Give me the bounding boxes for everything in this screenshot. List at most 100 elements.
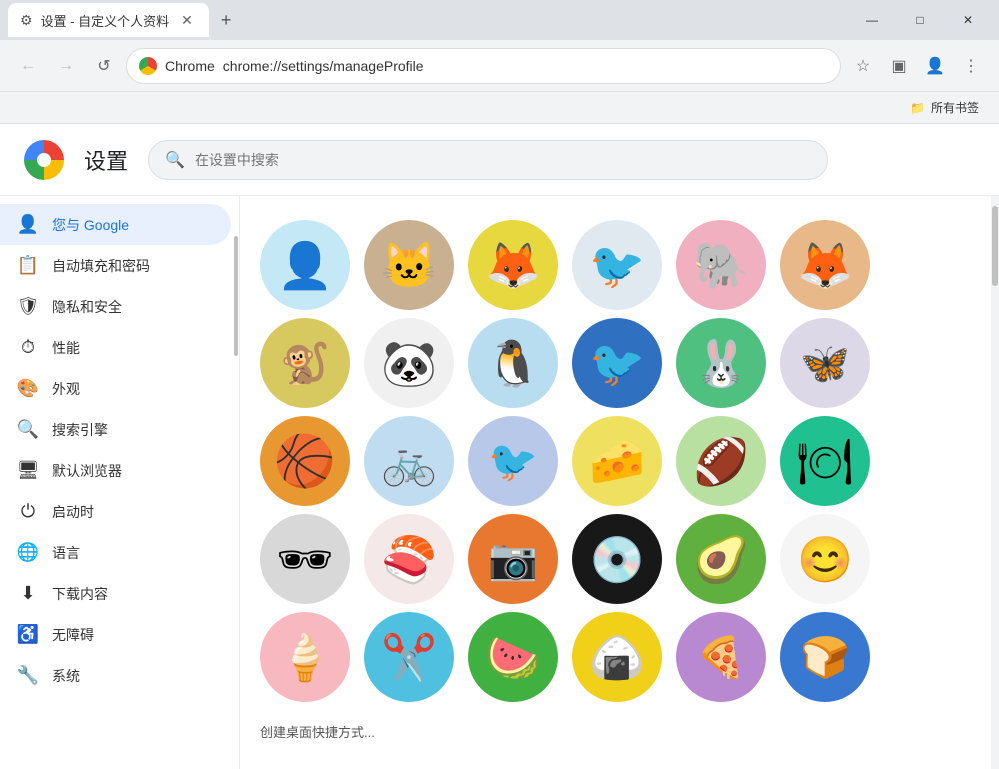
avatar-circle-3[interactable]: 🦊 [468,220,558,310]
sidebar-icon-performance: ⏱ [16,337,40,358]
address-input[interactable] [223,58,828,74]
sidebar-scrollbar-thumb [234,236,238,356]
avatar-circle-10[interactable]: 🐦 [572,318,662,408]
maximize-button[interactable]: □ [897,3,943,37]
back-button[interactable]: ← [12,50,44,82]
bookmarks-bar: 📁 所有书签 [0,92,999,124]
sidebar-item-privacy[interactable]: 🛡 隐私和安全 [0,286,231,327]
sidebar-icon-startup: ⏻ [16,501,40,522]
sidebar-icon-download: ⬇ [16,583,40,604]
avatar-circle-6[interactable]: 🦊 [780,220,870,310]
avatar-circle-7[interactable]: 🐒 [260,318,350,408]
avatar-circle-21[interactable]: 📷 [468,514,558,604]
sidebar-label-browser: 默认浏览器 [52,461,122,481]
avatar-circle-12[interactable]: 🦋 [780,318,870,408]
close-button[interactable]: ✕ [945,3,991,37]
avatar-circle-1[interactable]: 👤 [260,220,350,310]
sidebar-item-language[interactable]: 🌐 语言 [0,532,231,573]
sidebar-item-appearance[interactable]: 🎨 外观 [0,368,231,409]
sidebar-button[interactable]: ▣ [883,50,915,82]
avatar-circle-25[interactable]: 🍦 [260,612,350,702]
sidebar-item-google[interactable]: 👤 您与 Google [0,204,231,245]
avatar-circle-20[interactable]: 🍣 [364,514,454,604]
app-layout: 设置 🔍 👤 您与 Google 📋 自动填充和密码 🛡 隐私和安全 ⏱ 性能 … [0,124,999,769]
avatar-circle-23[interactable]: 🥑 [676,514,766,604]
sidebar-label-system: 系统 [52,666,80,686]
sidebar-item-autofill[interactable]: 📋 自动填充和密码 [0,245,231,286]
nav-icons: ☆ ▣ 👤 ⋮ [847,50,987,82]
refresh-button[interactable]: ↺ [88,50,120,82]
avatar-circle-11[interactable]: 🐰 [676,318,766,408]
sidebar-item-download[interactable]: ⬇ 下载内容 [0,573,231,614]
tab-close-button[interactable]: ✕ [177,10,197,31]
avatar-circle-19[interactable]: 🕶 [260,514,350,604]
sidebar: 👤 您与 Google 📋 自动填充和密码 🛡 隐私和安全 ⏱ 性能 🎨 外观 … [0,196,240,769]
sidebar-item-search[interactable]: 🔍 搜索引擎 [0,409,231,450]
address-bar-container[interactable]: Chrome [126,48,841,84]
avatar-circle-14[interactable]: 🚲 [364,416,454,506]
avatar-circle-22[interactable]: 💿 [572,514,662,604]
avatar-circle-8[interactable]: 🐼 [364,318,454,408]
sidebar-label-performance: 性能 [52,338,80,358]
navbar: ← → ↺ Chrome ☆ ▣ 👤 ⋮ [0,40,999,92]
avatar-circle-28[interactable]: 🍙 [572,612,662,702]
avatar-circle-27[interactable]: 🍉 [468,612,558,702]
avatar-circle-15[interactable]: 🐦 [468,416,558,506]
avatar-circle-5[interactable]: 🐘 [676,220,766,310]
active-tab[interactable]: ⚙ 设置 - 自定义个人资料 ✕ [8,3,209,37]
tab-settings-icon: ⚙ [20,12,33,29]
window-controls: — □ ✕ [849,3,991,37]
sidebar-item-system[interactable]: 🔧 系统 [0,655,231,696]
sidebar-icon-privacy: 🛡 [16,296,40,317]
google-logo [24,140,64,180]
sidebar-item-performance[interactable]: ⏱ 性能 [0,327,231,368]
forward-button[interactable]: → [50,50,82,82]
avatar-circle-30[interactable]: 🍞 [780,612,870,702]
sidebar-icon-system: 🔧 [16,665,40,686]
google-logo-inner [37,153,51,167]
sidebar-item-accessibility[interactable]: ♿ 无障碍 [0,614,231,655]
avatar-circle-16[interactable]: 🧀 [572,416,662,506]
sidebar-label-language: 语言 [52,543,80,563]
avatar-circle-17[interactable]: 🏈 [676,416,766,506]
sidebar-scrollbar[interactable] [233,196,239,769]
avatar-circle-4[interactable]: 🐦 [572,220,662,310]
right-scrollbar-thumb [992,206,998,286]
main-content: 👤🐱🦊🐦🐘🦊🐒🐼🐧🐦🐰🦋🏀🚲🐦🧀🏈🍽🕶🍣📷💿🥑😊🍦✂️🍉🍙🍕🍞 创建桌面快捷方式… [240,196,991,769]
sidebar-item-browser[interactable]: 🖥 默认浏览器 [0,450,231,491]
sidebar-icon-appearance: 🎨 [16,378,40,399]
minimize-button[interactable]: — [849,3,895,37]
sidebar-label-appearance: 外观 [52,379,80,399]
sidebar-item-startup[interactable]: ⏻ 启动时 [0,491,231,532]
site-icon [139,57,157,75]
sidebar-icon-autofill: 📋 [16,255,40,276]
bookmark-button[interactable]: ☆ [847,50,879,82]
profile-button[interactable]: 👤 [919,50,951,82]
right-scrollbar[interactable] [991,196,999,769]
sidebar-label-download: 下载内容 [52,584,108,604]
all-bookmarks-item[interactable]: 📁 所有书签 [902,95,987,120]
sidebar-label-startup: 启动时 [52,502,94,522]
folder-icon: 📁 [910,101,925,115]
new-tab-button[interactable]: + [213,6,240,35]
sidebar-icon-accessibility: ♿ [16,624,40,645]
avatar-circle-9[interactable]: 🐧 [468,318,558,408]
sidebar-icon-search: 🔍 [16,419,40,440]
avatar-circle-29[interactable]: 🍕 [676,612,766,702]
avatar-circle-2[interactable]: 🐱 [364,220,454,310]
sidebar-icon-browser: 🖥 [16,460,40,481]
search-bar[interactable]: 🔍 [148,140,828,180]
avatar-circle-24[interactable]: 😊 [780,514,870,604]
menu-button[interactable]: ⋮ [955,50,987,82]
search-input[interactable] [195,152,811,168]
avatar-grid: 👤🐱🦊🐦🐘🦊🐒🐼🐧🐦🐰🦋🏀🚲🐦🧀🏈🍽🕶🍣📷💿🥑😊🍦✂️🍉🍙🍕🍞 [240,212,991,710]
tab-title: 设置 - 自定义个人资料 [41,11,170,30]
sidebar-label-privacy: 隐私和安全 [52,297,122,317]
sidebar-label-google: 您与 Google [52,215,129,235]
avatar-circle-13[interactable]: 🏀 [260,416,350,506]
avatar-circle-26[interactable]: ✂️ [364,612,454,702]
avatar-circle-18[interactable]: 🍽 [780,416,870,506]
sidebar-items-list: 👤 您与 Google 📋 自动填充和密码 🛡 隐私和安全 ⏱ 性能 🎨 外观 … [0,204,239,696]
sidebar-icon-google: 👤 [16,214,40,235]
footer-text: 创建桌面快捷方式... [240,710,991,753]
